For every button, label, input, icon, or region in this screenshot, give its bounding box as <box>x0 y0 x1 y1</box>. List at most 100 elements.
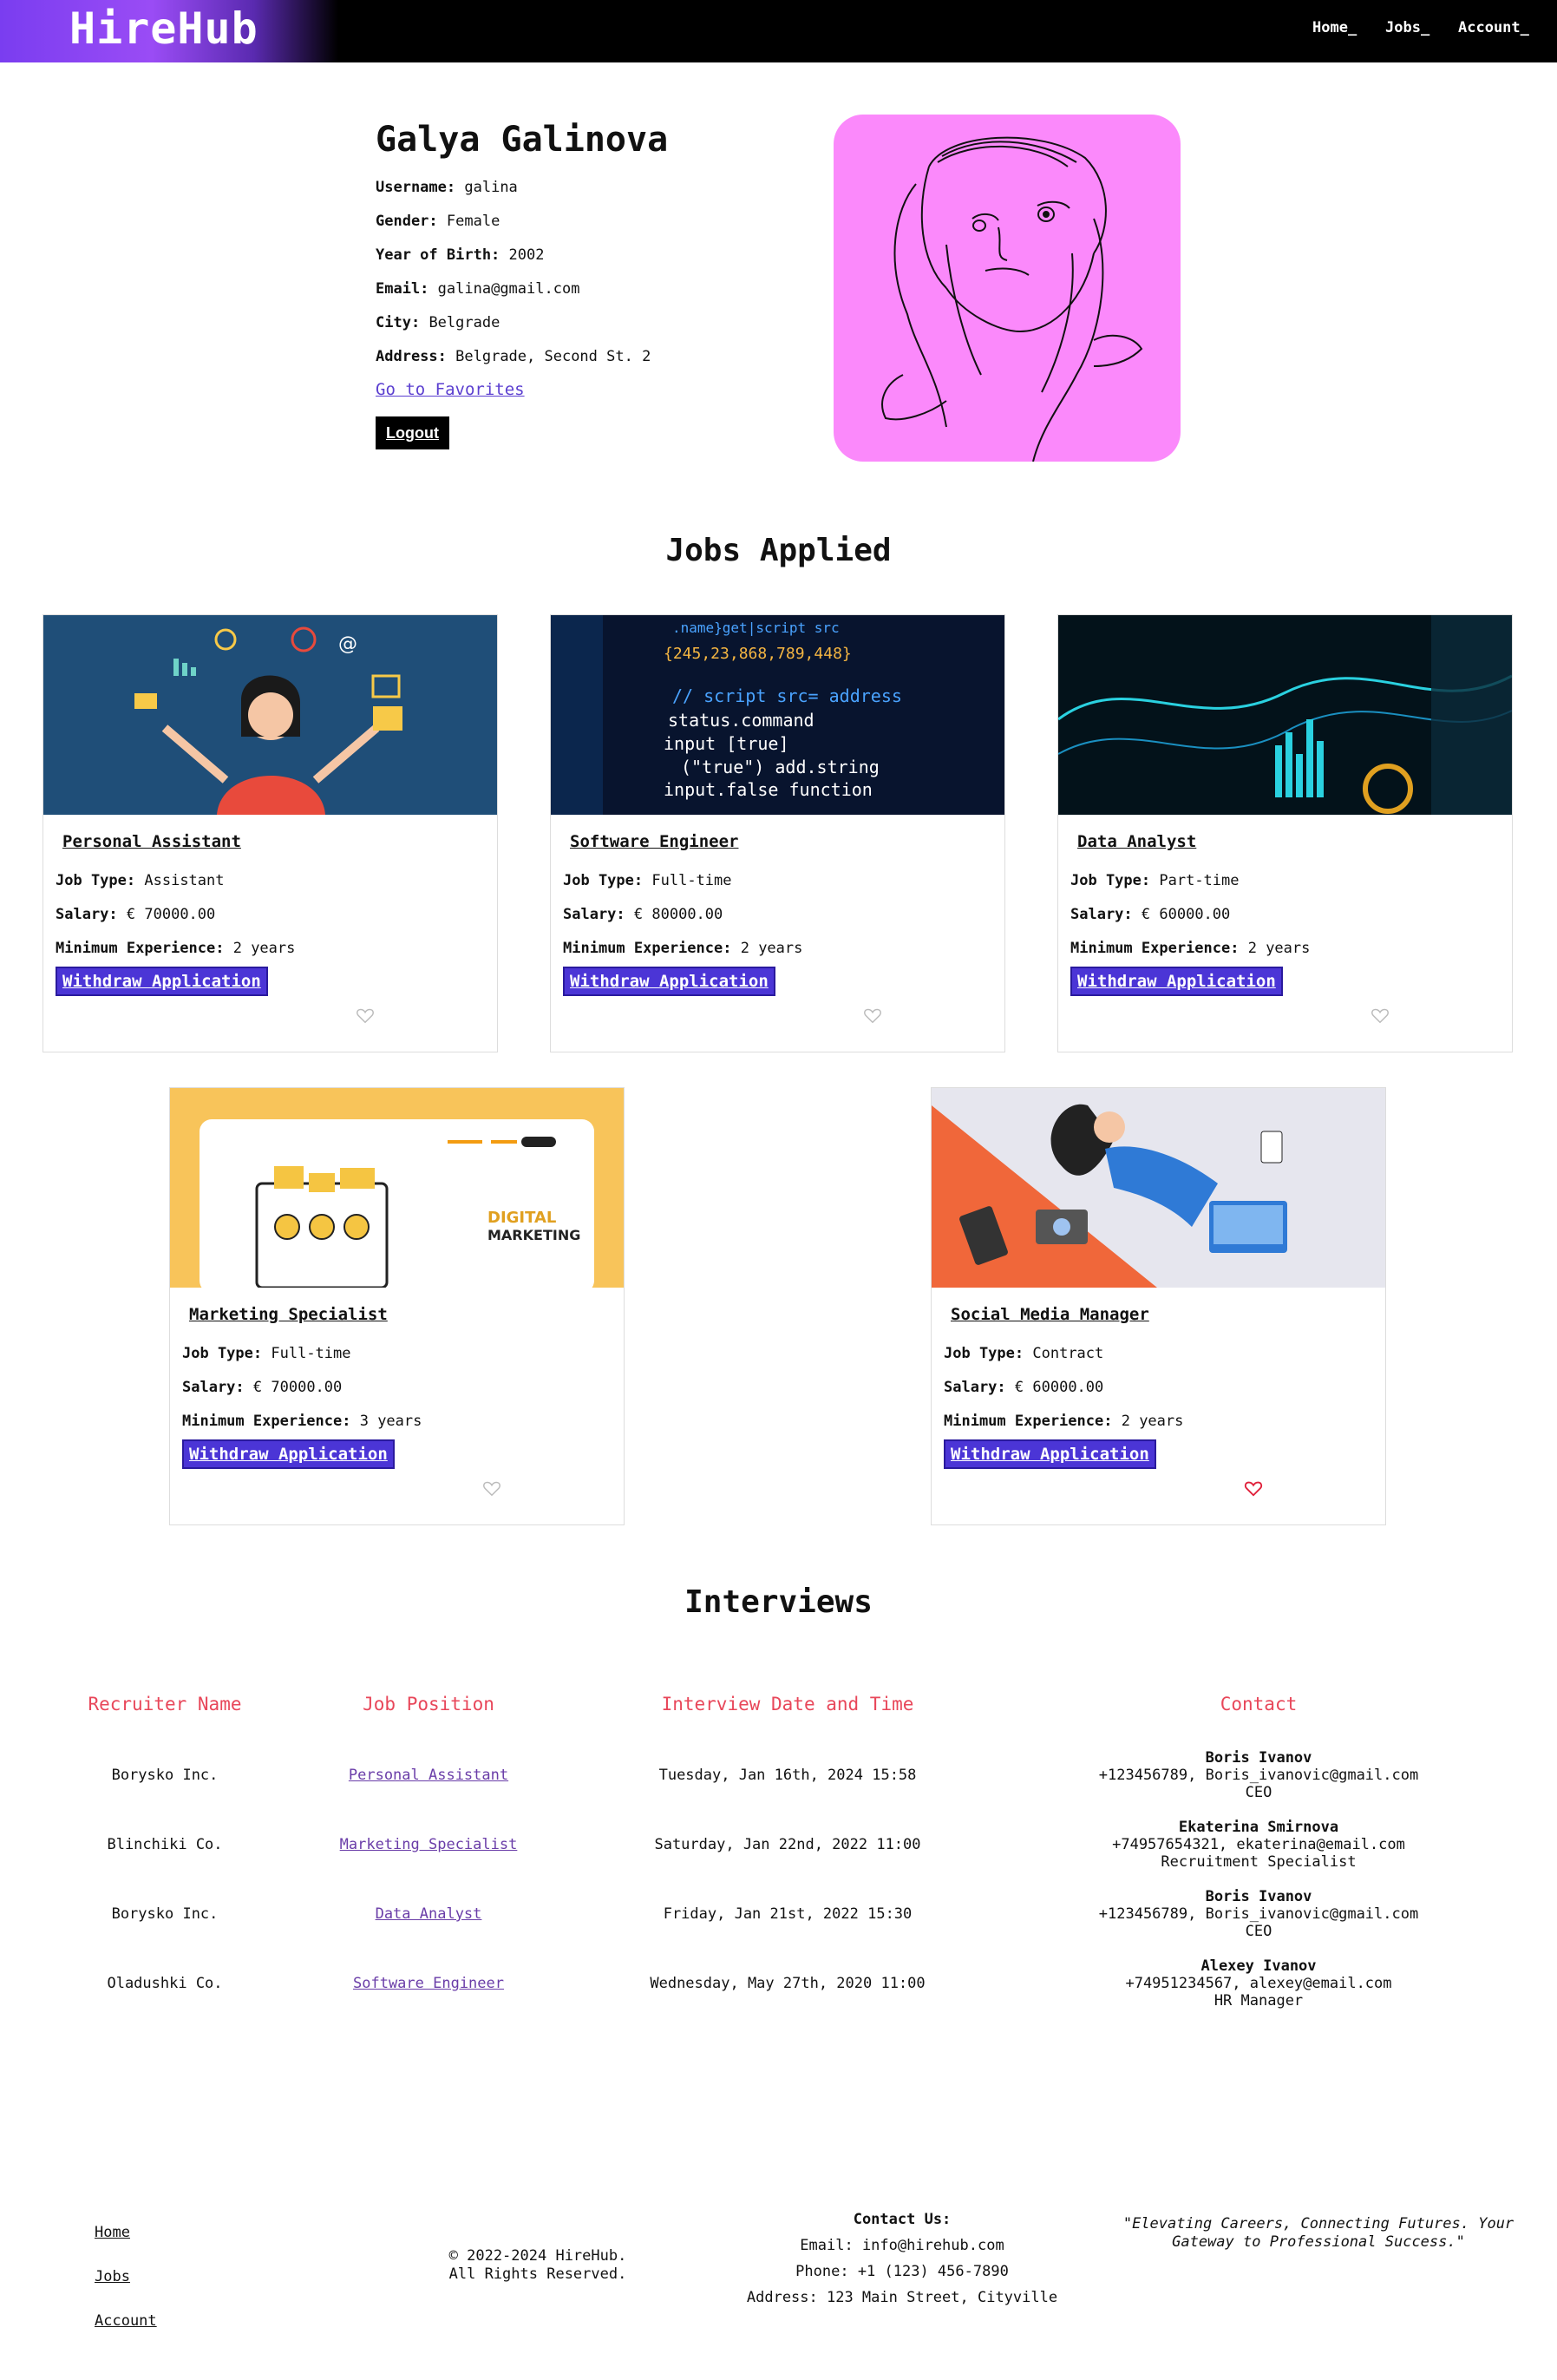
job-title[interactable]: Software Engineer <box>570 832 738 851</box>
profile-address: Address: Belgrade, Second St. 2 <box>376 348 651 365</box>
field-label: City: <box>376 314 421 331</box>
salary-row: Salary: € 60000.00 <box>1070 906 1230 923</box>
profile-name: Galya Galinova <box>376 120 669 160</box>
salary-value: € 80000.00 <box>633 906 723 923</box>
profile-gender: Gender: Female <box>376 213 500 230</box>
heart-filled-icon[interactable] <box>1244 1478 1263 1498</box>
job-title[interactable]: Personal Assistant <box>62 832 241 851</box>
job-card-image: .name}get|script src {245,23,868,789,448… <box>551 615 1004 815</box>
job-title[interactable]: Social Media Manager <box>951 1305 1149 1324</box>
heart-icon[interactable] <box>863 1006 882 1025</box>
salary-label: Salary: <box>1070 906 1133 923</box>
contact-phone-email: +123456789, Boris_ivanovic@gmail.com <box>1098 1767 1419 1784</box>
field-label: Year of Birth: <box>376 246 500 264</box>
svg-text:// script src= address: // script src= address <box>672 685 902 706</box>
recruiter-name: Oladushki Co. <box>107 1975 223 1992</box>
job-card-image: DIGITAL MARKETING <box>170 1088 624 1288</box>
logo[interactable]: HireHub <box>0 0 338 62</box>
header-recruiter-name: Recruiter Name <box>88 1694 242 1715</box>
heart-icon[interactable] <box>1371 1006 1390 1025</box>
contact-us-title: Contact Us: <box>853 2211 952 2228</box>
withdraw-application-button[interactable]: Withdraw Application <box>944 1439 1156 1469</box>
footer-tagline: "Elevating Careers, Connecting Futures. … <box>1122 2215 1514 2251</box>
nav-home-link[interactable]: Home_ <box>1312 19 1357 36</box>
interview-datetime: Tuesday, Jan 16th, 2024 15:58 <box>658 1767 917 1784</box>
job-type-label: Job Type: <box>182 1345 263 1362</box>
salary-row: Salary: € 70000.00 <box>182 1379 342 1396</box>
logout-button[interactable]: Logout <box>376 416 449 449</box>
job-type-row: Job Type: Full-time <box>182 1345 351 1362</box>
interview-datetime: Saturday, Jan 22nd, 2022 11:00 <box>654 1836 921 1853</box>
job-card: @ Personal Assistant Job Type: Assistant… <box>43 614 498 1052</box>
experience-value: 2 years <box>740 940 803 957</box>
job-position-link[interactable]: Personal Assistant <box>349 1767 508 1784</box>
withdraw-application-button[interactable]: Withdraw Application <box>563 967 775 996</box>
contact-name: Alexey Ivanov <box>1200 1957 1317 1975</box>
experience-row: Minimum Experience: 2 years <box>56 940 295 957</box>
field-value: Belgrade <box>429 314 500 331</box>
experience-row: Minimum Experience: 2 years <box>944 1413 1183 1430</box>
job-type-value: Assistant <box>144 872 225 889</box>
contact-cell: Alexey Ivanov +74951234567, alexey@email… <box>1059 1957 1458 2010</box>
job-title[interactable]: Data Analyst <box>1077 832 1196 851</box>
footer-account-link[interactable]: Account <box>95 2312 157 2330</box>
experience-label: Minimum Experience: <box>1070 940 1240 957</box>
experience-row: Minimum Experience: 2 years <box>1070 940 1310 957</box>
nav-account-link[interactable]: Account_ <box>1458 19 1529 36</box>
salary-label: Salary: <box>563 906 625 923</box>
contact-phone-email: +74957654321, ekaterina@email.com <box>1112 1836 1405 1853</box>
go-to-favorites-link[interactable]: Go to Favorites <box>376 380 525 399</box>
recruiter-name: Borysko Inc. <box>111 1905 219 1923</box>
job-position-link[interactable]: Software Engineer <box>353 1975 504 1992</box>
footer-email: Email: info@hirehub.com <box>800 2237 1004 2254</box>
experience-value: 2 years <box>1247 940 1311 957</box>
contact-role: CEO <box>1245 1923 1272 1940</box>
interview-datetime: Friday, Jan 21st, 2022 15:30 <box>663 1905 913 1923</box>
experience-value: 2 years <box>1121 1413 1184 1430</box>
nav-jobs-link[interactable]: Jobs_ <box>1385 19 1429 36</box>
svg-text:MARKETING: MARKETING <box>487 1227 580 1243</box>
heart-icon[interactable] <box>482 1478 501 1498</box>
withdraw-application-button[interactable]: Withdraw Application <box>182 1439 395 1469</box>
svg-text:.name}get|script src: .name}get|script src <box>672 620 840 636</box>
field-value: galina@gmail.com <box>437 280 580 298</box>
experience-label: Minimum Experience: <box>563 940 732 957</box>
job-type-label: Job Type: <box>563 872 644 889</box>
job-card-image <box>1058 615 1512 815</box>
salary-value: € 70000.00 <box>126 906 216 923</box>
salary-row: Salary: € 70000.00 <box>56 906 215 923</box>
job-card: Social Media Manager Job Type: Contract … <box>931 1087 1386 1525</box>
svg-text:status.command: status.command <box>668 710 814 731</box>
recruiter-name: Blinchiki Co. <box>107 1836 223 1853</box>
experience-row: Minimum Experience: 2 years <box>563 940 802 957</box>
experience-label: Minimum Experience: <box>182 1413 351 1430</box>
salary-label: Salary: <box>182 1379 245 1396</box>
withdraw-application-button[interactable]: Withdraw Application <box>1070 967 1283 996</box>
job-type-row: Job Type: Full-time <box>563 872 732 889</box>
interview-datetime: Wednesday, May 27th, 2020 11:00 <box>650 1975 926 1992</box>
footer-jobs-link[interactable]: Jobs <box>95 2268 130 2285</box>
salary-value: € 60000.00 <box>1014 1379 1104 1396</box>
contact-phone-email: +74951234567, alexey@email.com <box>1125 1975 1392 1992</box>
heart-icon[interactable] <box>356 1006 375 1025</box>
field-label: Email: <box>376 280 429 298</box>
job-position: Software Engineer <box>324 1975 533 1992</box>
job-type-label: Job Type: <box>1070 872 1151 889</box>
profile-city: City: Belgrade <box>376 314 500 331</box>
interviews-title: Interviews <box>684 1584 873 1620</box>
job-title[interactable]: Marketing Specialist <box>189 1305 388 1324</box>
withdraw-application-button[interactable]: Withdraw Application <box>56 967 268 996</box>
experience-value: 3 years <box>359 1413 422 1430</box>
footer-home-link[interactable]: Home <box>95 2224 130 2241</box>
job-position-link[interactable]: Data Analyst <box>376 1905 482 1923</box>
contact-name: Boris Ivanov <box>1205 1749 1312 1767</box>
job-type-row: Job Type: Assistant <box>56 872 225 889</box>
profile-username: Username: galina <box>376 179 518 196</box>
job-card: DIGITAL MARKETING Marketing Specialist J… <box>169 1087 625 1525</box>
contact-phone-email: +123456789, Boris_ivanovic@gmail.com <box>1098 1905 1419 1923</box>
contact-role: CEO <box>1245 1784 1272 1801</box>
recruiter-name: Borysko Inc. <box>111 1767 219 1784</box>
experience-row: Minimum Experience: 3 years <box>182 1413 422 1430</box>
job-position-link[interactable]: Marketing Specialist <box>340 1836 518 1853</box>
profile-avatar <box>834 115 1181 462</box>
